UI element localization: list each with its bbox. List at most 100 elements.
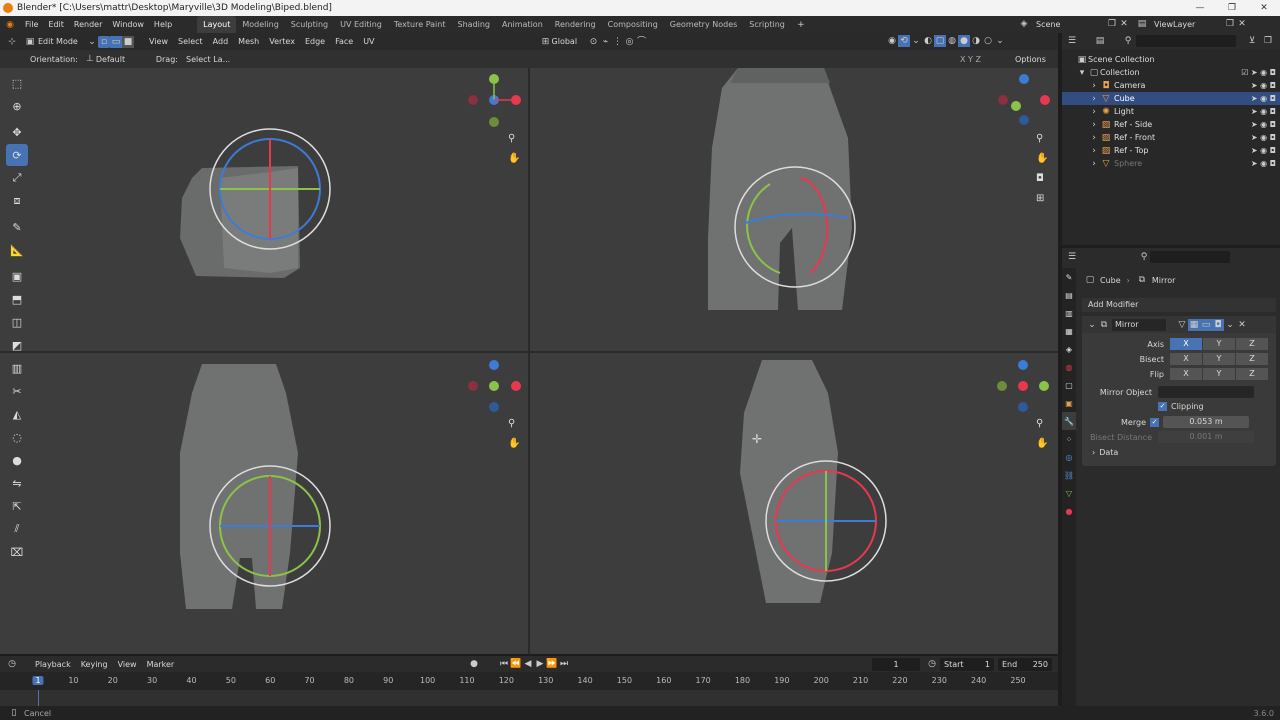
outliner-item-ref-top[interactable]: › ▨ Ref - Top ➤ ◉ ◘ (1062, 144, 1280, 157)
object-icon[interactable]: ▣ (1062, 394, 1076, 412)
properties-search-icon[interactable]: ⚲ (1138, 251, 1150, 263)
collection-row[interactable]: ▾ ▢ Collection ☑ ➤ ◉ ◘ (1062, 66, 1280, 79)
viewport-bottom-right[interactable]: ✛ ⚲ ✋ (530, 353, 1058, 654)
flip-y-toggle[interactable]: Y (1203, 368, 1235, 380)
filter-icon[interactable]: ⊻ (1246, 35, 1258, 47)
material-icon[interactable]: ● (1062, 502, 1076, 520)
modifier-name-field[interactable]: Mirror (1112, 318, 1166, 331)
outliner-item-camera[interactable]: › ◘ Camera ➤ ◉ ◘ (1062, 79, 1280, 92)
outliner-item-sphere[interactable]: › ▽ Sphere ➤ ◉ ◘ (1062, 157, 1280, 170)
minimize-button[interactable]: — (1184, 0, 1216, 16)
spin-tool-icon[interactable]: ◌ (6, 426, 28, 448)
modifier-menu-icon[interactable]: ⌄ (1224, 319, 1236, 331)
viewport-menu-face[interactable]: Face (330, 37, 358, 46)
menu-edit[interactable]: Edit (43, 20, 69, 29)
camera-view-icon[interactable]: ◘ (1036, 173, 1044, 184)
axis-z-toggle[interactable]: Z (1236, 338, 1268, 350)
orientation-dropdown[interactable]: Default (96, 55, 148, 64)
tool-icon[interactable]: ✎ (1062, 268, 1076, 286)
overlay-icon[interactable]: ◐ (922, 35, 934, 47)
render-icon[interactable]: ▤ (1062, 286, 1076, 304)
view-layer-name[interactable]: ViewLayer (1154, 20, 1224, 29)
remove-modifier-icon[interactable]: ✕ (1236, 319, 1248, 331)
viewport-divider-vertical[interactable] (528, 68, 530, 654)
modifier-icon[interactable]: 🔧 (1062, 412, 1076, 430)
proportional-edit-icon[interactable]: ◎ (624, 36, 636, 48)
rotate-tool-icon[interactable]: ⟳ (6, 144, 28, 166)
zoom-icon-4[interactable]: ⚲ (1036, 418, 1043, 429)
constraints-icon[interactable]: ⛓ (1062, 466, 1076, 484)
axis-x-toggle[interactable]: X (1170, 338, 1202, 350)
add-cube-tool-icon[interactable]: ▣ (6, 265, 28, 287)
transform-tool-icon[interactable]: ⧈ (6, 190, 28, 212)
smooth-tool-icon[interactable]: ● (6, 449, 28, 471)
options-button[interactable]: Options (1015, 55, 1046, 64)
bisect-y-toggle[interactable]: Y (1203, 353, 1235, 365)
properties-search-input[interactable] (1150, 251, 1230, 263)
rip-tool-icon[interactable]: ⌧ (6, 541, 28, 563)
rendered-shading-icon[interactable]: ○ (982, 35, 994, 47)
visibility-icon[interactable]: ◉ (886, 35, 898, 47)
falloff-icon[interactable]: ⌒ (636, 36, 648, 48)
outliner-item-light[interactable]: › ✺ Light ➤ ◉ ◘ (1062, 105, 1280, 118)
bisect-distance-field[interactable]: 0.001 m (1158, 431, 1254, 443)
visibility-icons[interactable]: ➤ ◉ ◘ (1251, 81, 1276, 90)
viewport-menu-edge[interactable]: Edge (300, 37, 330, 46)
scale-tool-icon[interactable]: ⤢ (6, 167, 28, 189)
collection-visibility-icons[interactable]: ☑ ➤ ◉ ◘ (1241, 68, 1276, 77)
zoom-icon-3[interactable]: ⚲ (508, 418, 515, 429)
physics-icon[interactable]: ◎ (1062, 448, 1076, 466)
transform-orientation[interactable]: Global (552, 37, 588, 46)
output-icon[interactable]: ▥ (1062, 304, 1076, 322)
xray-icon[interactable]: ▢ (934, 35, 946, 47)
workspace-tab-geometry-nodes[interactable]: Geometry Nodes (664, 16, 743, 33)
material-shading-icon[interactable]: ◑ (970, 35, 982, 47)
viewport-top-left[interactable]: ⚲ ✋ (0, 68, 528, 351)
new-view-layer-icon[interactable]: ❐ (1224, 18, 1236, 30)
properties-editor-icon[interactable]: ☰ (1066, 251, 1078, 263)
new-scene-icon[interactable]: ❐ (1106, 18, 1118, 30)
nav-gizmo-y[interactable] (489, 74, 499, 84)
snap-settings-icon[interactable]: ⋮ (612, 36, 624, 48)
visibility-icons[interactable]: ➤ ◉ ◘ (1251, 133, 1276, 142)
nav-gizmo-neg-x[interactable] (468, 95, 478, 105)
pan-icon-3[interactable]: ✋ (508, 436, 520, 449)
scene-collection-row[interactable]: ▣ Scene Collection (1062, 53, 1280, 66)
display-mode-icon[interactable]: ▤ (1094, 35, 1106, 47)
axis-y-toggle[interactable]: Y (1203, 338, 1235, 350)
timeline-ruler[interactable]: 1 10 20 30 40 50 60 70 80 90 100 110 120 130 140 150 160… (0, 672, 1058, 690)
workspace-tab-texture-paint[interactable]: Texture Paint (388, 16, 452, 33)
shear-tool-icon[interactable]: ⫽ (6, 518, 28, 540)
expand-icon[interactable]: › (1088, 93, 1100, 105)
edit-mode-toggle-icon[interactable]: ▽ (1176, 319, 1188, 331)
expand-icon[interactable]: › (1088, 158, 1100, 170)
edge-slide-tool-icon[interactable]: ⇋ (6, 472, 28, 494)
world-icon[interactable]: ◍ (1062, 358, 1076, 376)
face-select-icon[interactable]: ■ (122, 35, 134, 48)
close-button[interactable]: ✕ (1248, 0, 1280, 16)
workspace-tab-modeling[interactable]: Modeling (236, 16, 284, 33)
auto-key-icon[interactable]: ● (468, 658, 480, 670)
current-frame-field[interactable]: 1 (872, 657, 920, 671)
viewport-top-right[interactable]: ⚲ ✋ ◘ ⊞ (530, 68, 1058, 351)
cage-toggle-icon[interactable]: ▦ (1188, 318, 1200, 331)
nav-gizmo-neg-y[interactable] (489, 117, 499, 127)
viewport-menu-add[interactable]: Add (208, 37, 234, 46)
workspace-tab-sculpting[interactable]: Sculpting (285, 16, 334, 33)
menu-help[interactable]: Help (149, 20, 177, 29)
blender-menu-icon[interactable]: ◉ (4, 19, 16, 31)
zoom-icon[interactable]: ⚲ (508, 133, 515, 144)
annotate-tool-icon[interactable]: ✎ (6, 216, 28, 238)
pivot-icon[interactable]: ⊙ (588, 36, 600, 48)
delete-view-layer-icon[interactable]: ✕ (1236, 18, 1248, 30)
mirror-object-field[interactable] (1158, 386, 1254, 398)
extrude-tool-icon[interactable]: ⬒ (6, 288, 28, 310)
viewport-menu-uv[interactable]: UV (358, 37, 379, 46)
expand-icon[interactable]: › (1088, 80, 1100, 92)
loop-cut-tool-icon[interactable]: ▥ (6, 357, 28, 379)
start-frame-field[interactable]: Start 1 (940, 657, 994, 671)
poly-build-tool-icon[interactable]: ◭ (6, 403, 28, 425)
expand-icon[interactable]: › (1088, 119, 1100, 131)
new-collection-icon[interactable]: ❐ (1262, 35, 1274, 47)
data-icon[interactable]: ▽ (1062, 484, 1076, 502)
